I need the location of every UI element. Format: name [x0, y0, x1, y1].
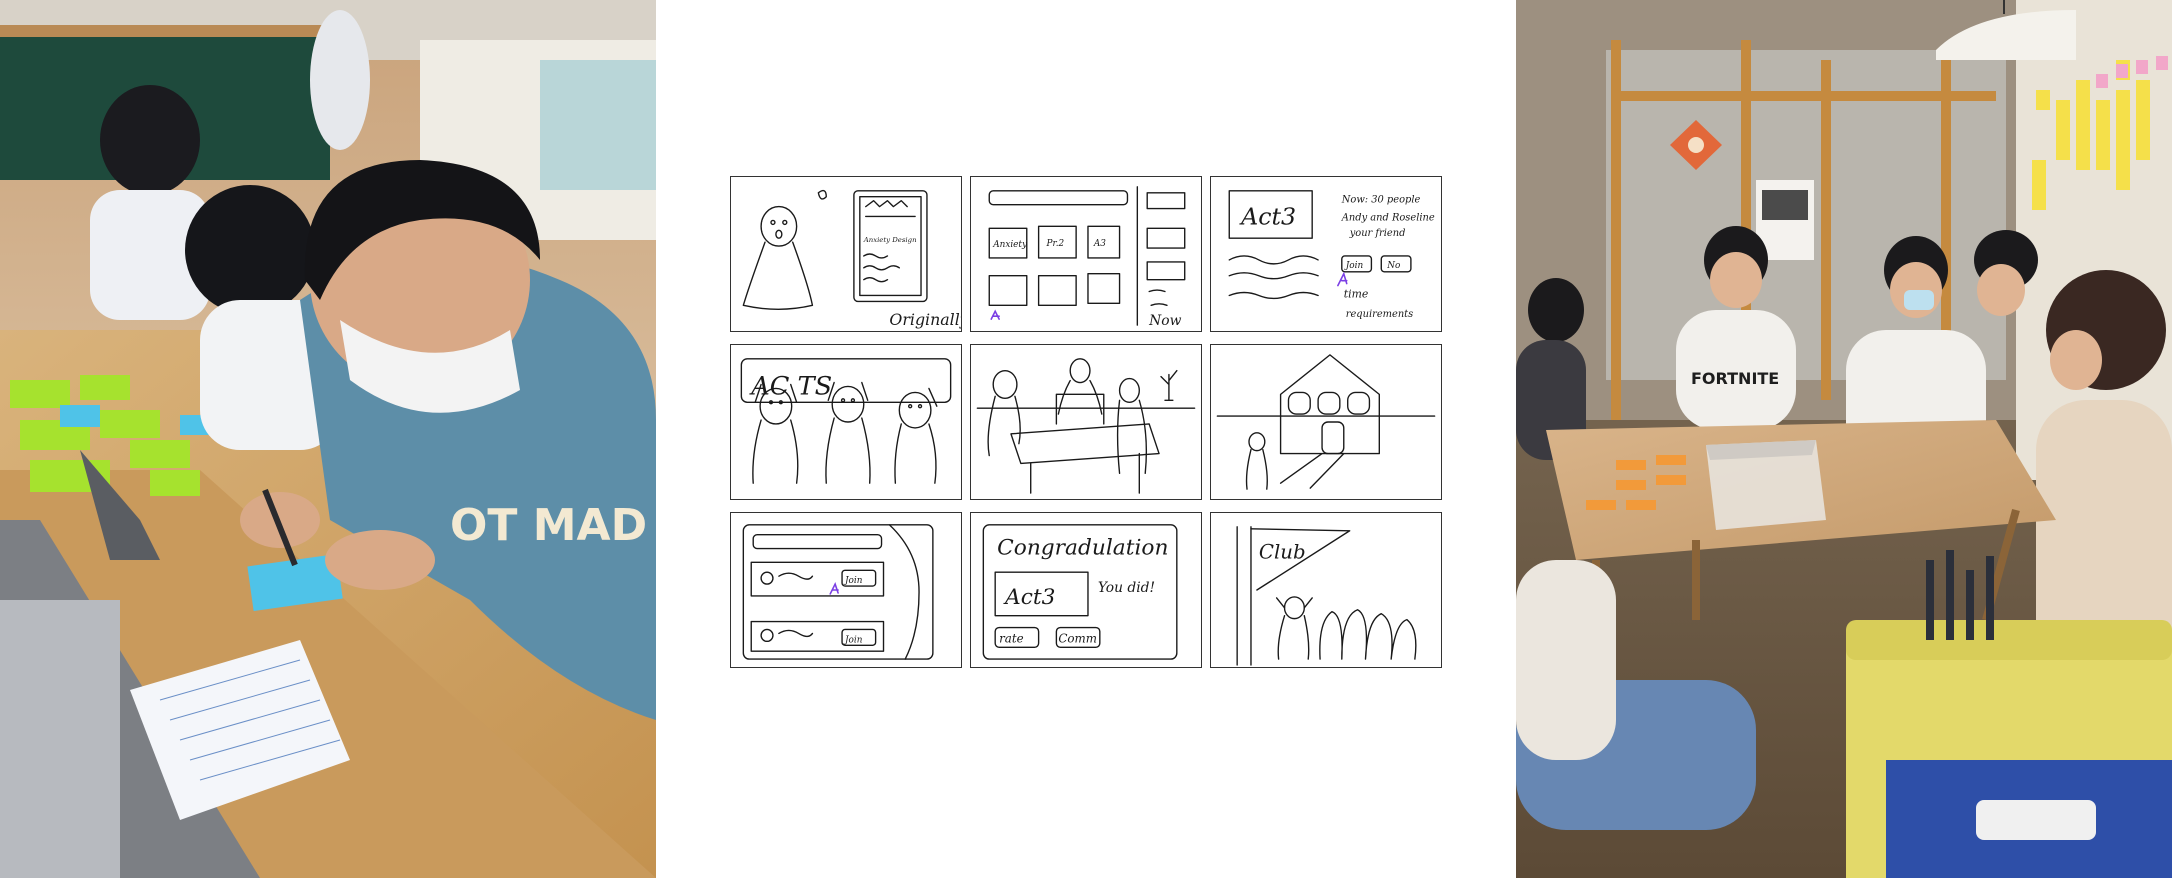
panel-8: Congradulation Act3 You did! rate Comm: [970, 512, 1202, 668]
panel1-note: Anxiety Design: [863, 236, 917, 244]
panel3-note1: Now: 30 people: [1341, 195, 1421, 206]
panel3-req: requirements: [1346, 309, 1413, 320]
panel7-join: Join: [843, 576, 863, 586]
panel2-box1: Anxiety: [992, 240, 1028, 250]
workshop-photo: FORTNITE: [1516, 0, 2172, 878]
panel3-time: time: [1344, 287, 1369, 300]
panel8-comm: Comm: [1058, 631, 1097, 645]
panel-9: Club: [1210, 512, 1442, 668]
panel-7: Join Join: [730, 512, 962, 668]
panel3-title: Act3: [1239, 202, 1296, 230]
classroom-photo: OT MAD: [0, 0, 656, 878]
panel-5: [970, 344, 1202, 500]
panel8-box: Act3: [1003, 585, 1055, 610]
panel3-note3: your friend: [1349, 228, 1406, 239]
panel1-caption: Originally: [889, 310, 961, 329]
storyboard: Anxiety Design Originally Anxiety Pr.2 A…: [656, 0, 1516, 878]
panel8-rate: rate: [999, 631, 1023, 645]
panel8-side: You did!: [1098, 580, 1155, 596]
panel2-caption: Now: [1148, 313, 1181, 329]
panel9-label: Club: [1259, 540, 1306, 563]
panel-6: [1210, 344, 1442, 500]
panel-4: AC TS: [730, 344, 962, 500]
panel-3: Act3 Now: 30 people Andy and Roseline yo…: [1210, 176, 1442, 332]
panel3-note2: Andy and Roseline: [1341, 212, 1435, 223]
panel2-box2: Pr.2: [1046, 239, 1065, 249]
panel-1: Anxiety Design Originally: [730, 176, 962, 332]
panel3-yes: Join: [1344, 261, 1364, 271]
svg-text:OT MAD: OT MAD: [450, 500, 647, 551]
panel2-box3: A3: [1093, 239, 1106, 249]
panel8-title: Congradulation: [997, 535, 1168, 560]
panel7-join2: Join: [843, 635, 863, 645]
svg-text:FORTNITE: FORTNITE: [1691, 369, 1779, 388]
panel-2: Anxiety Pr.2 A3 Now: [970, 176, 1202, 332]
panel3-no: No: [1386, 261, 1400, 271]
